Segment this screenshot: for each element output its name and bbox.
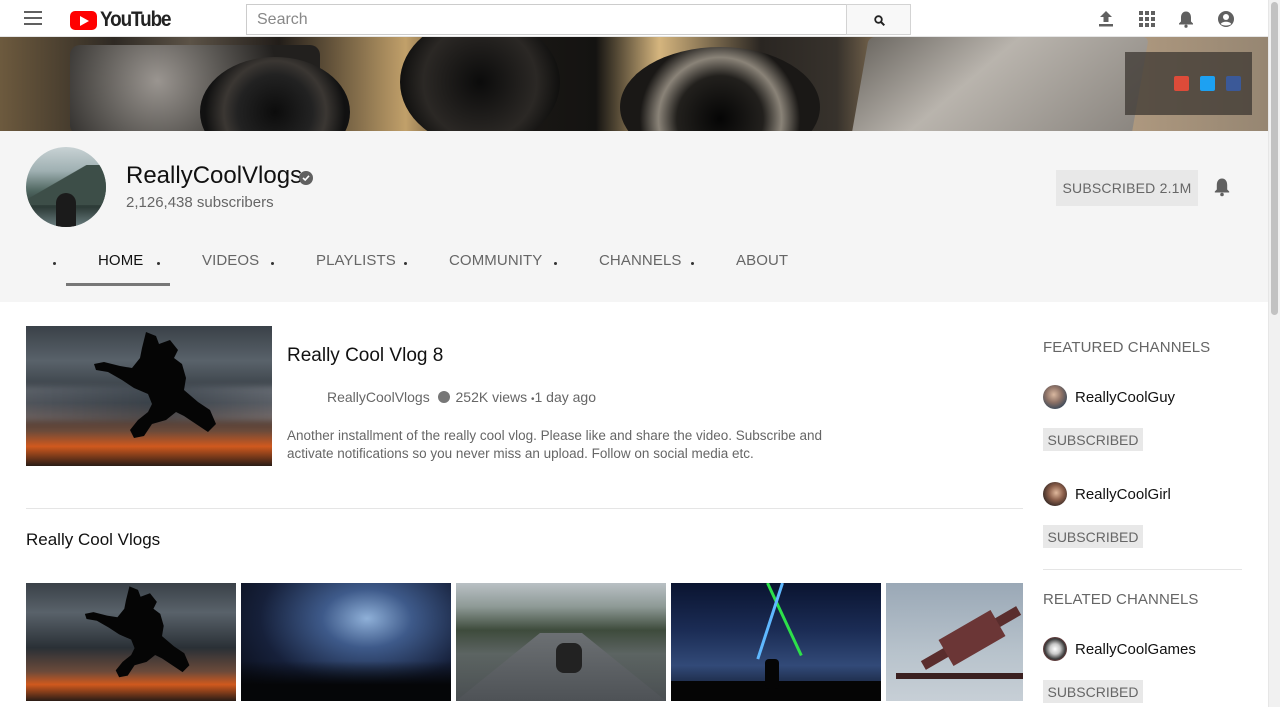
tab-separator <box>53 262 56 265</box>
channel-avatar[interactable] <box>26 147 106 227</box>
banner-lens <box>400 37 560 131</box>
notification-bell-icon[interactable] <box>1213 177 1231 197</box>
shelf-title[interactable]: Really Cool Vlogs <box>26 530 160 550</box>
search-icon <box>874 15 885 26</box>
tab-separator <box>157 262 160 265</box>
featured-channel-name[interactable]: ReallyCoolGirl <box>1075 486 1171 503</box>
tab-playlists[interactable]: PLAYLISTS <box>316 252 396 269</box>
jumping-person-silhouette <box>94 332 216 438</box>
channel-avatar-reallycoolguy[interactable] <box>1043 385 1067 409</box>
verified-check-icon <box>299 171 313 185</box>
verified-check-icon <box>437 391 450 403</box>
channel-avatar-reallycoolgames[interactable] <box>1043 637 1067 661</box>
hamburger-menu-icon[interactable] <box>24 11 42 25</box>
related-channel-name[interactable]: ReallyCoolGames <box>1075 641 1196 658</box>
apps-grid-icon[interactable] <box>1138 10 1156 28</box>
tab-videos[interactable]: VIDEOS <box>202 252 259 269</box>
sidebar-divider <box>1043 569 1242 570</box>
channel-avatar-reallycoolgirl[interactable] <box>1043 482 1067 506</box>
tab-about[interactable]: ABOUT <box>736 252 788 269</box>
tab-community[interactable]: COMMUNITY <box>449 252 542 269</box>
video-thumbnail-rollercoaster[interactable] <box>886 583 1023 701</box>
youtube-logo[interactable]: YouTube <box>70 8 178 31</box>
search-input[interactable] <box>246 4 847 35</box>
featured-video-meta: ReallyCoolVlogs 252K views •1 day ago <box>327 389 596 405</box>
video-thumbnail-longboard[interactable] <box>456 583 666 701</box>
top-bar: YouTube <box>0 0 1268 37</box>
google-plus-icon[interactable] <box>1174 76 1189 91</box>
video-thumbnail-concert[interactable] <box>241 583 451 701</box>
channel-name: ReallyCoolVlogs <box>126 162 303 189</box>
section-divider <box>26 508 1023 509</box>
tab-separator <box>691 262 694 265</box>
channel-header <box>0 131 1268 302</box>
page-scrollbar-thumb[interactable] <box>1271 2 1278 315</box>
featured-channel-subscribed-button[interactable]: SUBSCRIBED <box>1043 525 1143 548</box>
upload-icon[interactable] <box>1097 10 1115 28</box>
tab-home[interactable]: HOME <box>98 252 143 269</box>
featured-video-views: 252K views <box>455 389 528 405</box>
video-thumbnail-stars[interactable] <box>671 583 881 701</box>
video-thumbnail-jump[interactable] <box>26 583 236 701</box>
subscribed-button[interactable]: SUBSCRIBED 2.1M <box>1056 170 1198 206</box>
subscriber-count: 2,126,438 subscribers <box>126 194 274 211</box>
facebook-icon[interactable] <box>1226 76 1241 91</box>
banner-lens <box>620 47 820 131</box>
channel-banner <box>0 37 1268 131</box>
search-button[interactable] <box>846 4 911 35</box>
notifications-bell-icon[interactable] <box>1177 10 1195 28</box>
featured-video-channel[interactable]: ReallyCoolVlogs <box>327 389 430 405</box>
featured-video-title[interactable]: Really Cool Vlog 8 <box>287 345 443 367</box>
tab-channels[interactable]: CHANNELS <box>599 252 682 269</box>
logo-text: YouTube <box>100 8 172 31</box>
related-channels-heading: RELATED CHANNELS <box>1043 591 1199 608</box>
tab-separator <box>404 262 407 265</box>
featured-channel-name[interactable]: ReallyCoolGuy <box>1075 389 1175 406</box>
active-tab-indicator <box>66 283 170 286</box>
banner-camera-body <box>851 37 1149 131</box>
featured-video-age: 1 day ago <box>534 389 597 405</box>
twitter-icon[interactable] <box>1200 76 1215 91</box>
youtube-play-icon <box>70 10 97 30</box>
tab-separator <box>554 262 557 265</box>
tab-separator <box>271 262 274 265</box>
jumping-person-silhouette <box>84 586 190 678</box>
account-icon[interactable] <box>1217 10 1235 28</box>
related-channel-subscribed-button[interactable]: SUBSCRIBED <box>1043 680 1143 703</box>
featured-channels-heading: FEATURED CHANNELS <box>1043 339 1211 356</box>
featured-channel-subscribed-button[interactable]: SUBSCRIBED <box>1043 428 1143 451</box>
featured-video-description: Another installment of the really cool v… <box>287 428 823 461</box>
featured-video-thumbnail[interactable] <box>26 326 272 466</box>
